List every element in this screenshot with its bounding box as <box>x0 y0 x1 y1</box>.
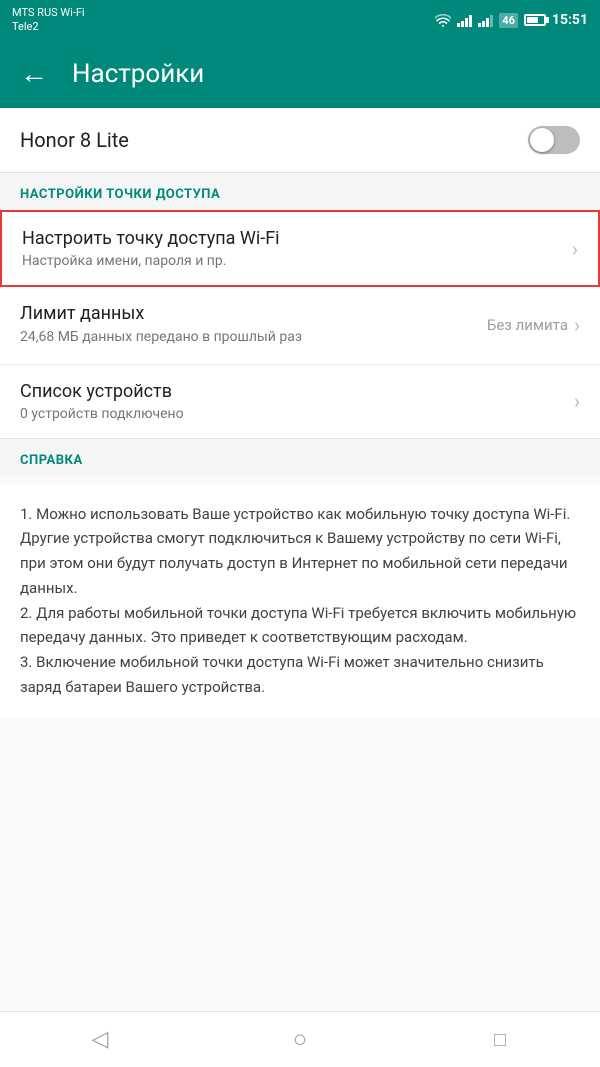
status-bar: MTS RUS Wi-Fi Tele2 46 <box>0 0 600 40</box>
nav-home-button[interactable]: ○ <box>270 1020 330 1060</box>
content-area: Honor 8 Lite НАСТРОЙКИ ТОЧКИ ДОСТУПА Нас… <box>0 108 600 1011</box>
back-button[interactable]: ← <box>20 60 48 88</box>
devices-list-item[interactable]: Список устройств 0 устройств подключено … <box>0 365 600 439</box>
data-limit-value: Без лимита <box>487 316 568 334</box>
network-type-badge: 46 <box>499 13 518 28</box>
wifi-icon <box>435 13 451 27</box>
help-section-header: СПРАВКА <box>0 439 600 476</box>
signal-icon-1 <box>457 13 472 27</box>
signal-icon-2 <box>478 13 493 27</box>
configure-wifi-chevron: › <box>572 237 578 261</box>
nav-recent-button[interactable]: □ <box>470 1020 530 1060</box>
page-title: Настройки <box>72 59 204 89</box>
data-limit-chevron: › <box>574 313 580 337</box>
data-limit-title: Лимит данных <box>20 303 487 324</box>
data-limit-right: Без лимита › <box>487 313 580 337</box>
devices-list-chevron: › <box>574 389 580 413</box>
status-icons: 46 15:51 <box>435 12 588 28</box>
carrier2-label: Tele2 <box>12 20 85 34</box>
help-section: 1. Можно использовать Ваше устройство ка… <box>0 484 600 718</box>
configure-wifi-title: Настроить точку доступа Wi-Fi <box>22 228 572 249</box>
hotspot-section-header: НАСТРОЙКИ ТОЧКИ ДОСТУПА <box>0 173 600 210</box>
nav-back-icon: ◁ <box>92 1027 109 1052</box>
nav-back-button[interactable]: ◁ <box>70 1020 130 1060</box>
bottom-nav: ◁ ○ □ <box>0 1011 600 1067</box>
toggle-knob <box>530 128 554 152</box>
device-name-label: Honor 8 Lite <box>20 128 129 152</box>
help-text-content: 1. Можно использовать Ваше устройство ка… <box>20 502 580 700</box>
nav-recent-icon: □ <box>494 1027 506 1052</box>
battery-icon <box>524 14 546 26</box>
devices-list-title: Список устройств <box>20 381 574 402</box>
data-limit-subtitle: 24,68 МБ данных передано в прошлый раз <box>20 328 487 348</box>
header: ← Настройки <box>0 40 600 108</box>
carrier1-label: MTS RUS Wi-Fi <box>12 6 85 20</box>
configure-wifi-content: Настроить точку доступа Wi-Fi Настройка … <box>22 228 572 269</box>
device-toggle-row[interactable]: Honor 8 Lite <box>0 108 600 173</box>
status-time: 15:51 <box>552 12 588 28</box>
configure-wifi-hotspot-item[interactable]: Настроить точку доступа Wi-Fi Настройка … <box>0 210 600 287</box>
data-limit-content: Лимит данных 24,68 МБ данных передано в … <box>20 303 487 348</box>
configure-wifi-subtitle: Настройка имени, пароля и пр. <box>22 253 572 269</box>
devices-list-subtitle: 0 устройств подключено <box>20 406 574 422</box>
nav-home-icon: ○ <box>293 1025 308 1054</box>
data-limit-item[interactable]: Лимит данных 24,68 МБ данных передано в … <box>0 287 600 365</box>
carrier-info: MTS RUS Wi-Fi Tele2 <box>12 6 85 35</box>
hotspot-toggle[interactable] <box>528 126 580 154</box>
devices-list-content: Список устройств 0 устройств подключено <box>20 381 574 422</box>
